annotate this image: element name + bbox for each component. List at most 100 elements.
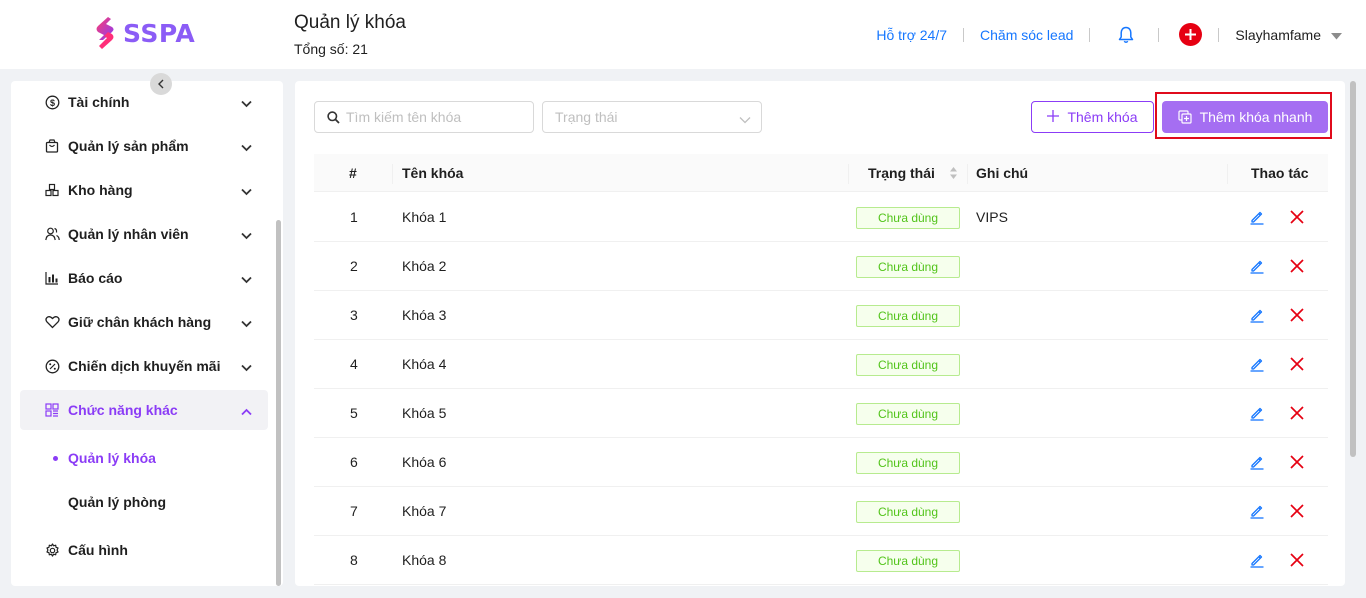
chevron-down-icon [241, 315, 252, 331]
table-row: 5 Khóa 5 Chưa dùng [314, 389, 1328, 438]
column-index: # [349, 165, 357, 181]
search-box[interactable] [314, 101, 534, 133]
sspa-logo-icon [94, 16, 116, 50]
delete-icon[interactable] [1290, 455, 1304, 472]
status-badge: Chưa dùng [856, 256, 960, 278]
quick-add-lock-button[interactable]: Thêm khóa nhanh [1162, 101, 1328, 133]
sidebar-subitem-lock-management[interactable]: Quản lý khóa [20, 438, 268, 478]
page-scrollbar[interactable] [1350, 81, 1356, 457]
row-index: 4 [350, 356, 358, 372]
lead-care-link[interactable]: Chăm sóc lead [980, 27, 1073, 43]
table-row: 7 Khóa 7 Chưa dùng [314, 487, 1328, 536]
table-header: # Tên khóa Trạng thái Ghi chú Thao tác [314, 154, 1328, 192]
bell-icon[interactable] [1116, 25, 1136, 45]
sidebar-item-label: Giữ chân khách hàng [68, 314, 212, 330]
chevron-down-icon [241, 271, 252, 287]
quick-add-lock-label: Thêm khóa nhanh [1199, 109, 1313, 125]
status-filter-select[interactable]: Trạng thái [542, 101, 762, 133]
table-row: 4 Khóa 4 Chưa dùng [314, 340, 1328, 389]
edit-icon[interactable] [1249, 454, 1265, 473]
sidebar-item-staff[interactable]: Quản lý nhân viên [20, 214, 268, 254]
delete-icon[interactable] [1290, 504, 1304, 521]
row-lock-name: Khóa 5 [402, 405, 447, 421]
row-index: 2 [350, 258, 358, 274]
delete-icon[interactable] [1290, 259, 1304, 276]
row-lock-name: Khóa 1 [402, 209, 447, 225]
row-index: 6 [350, 454, 358, 470]
chevron-down-icon [241, 359, 252, 375]
sidebar-item-label: Quản lý nhân viên [68, 226, 189, 242]
divider [1218, 27, 1220, 42]
sidebar-item-finance[interactable]: $ Tài chính [20, 82, 268, 122]
delete-icon[interactable] [1290, 357, 1304, 374]
chevron-down-icon [241, 139, 252, 155]
delete-icon[interactable] [1290, 553, 1304, 570]
search-input[interactable] [346, 109, 526, 125]
sidebar-item-warehouse[interactable]: Kho hàng [20, 170, 268, 210]
chevron-down-icon [241, 95, 252, 111]
search-icon [327, 110, 340, 124]
table-row: 6 Khóa 6 Chưa dùng [314, 438, 1328, 487]
main-content: Trạng thái Thêm khóa Thêm khóa nhanh # T… [295, 81, 1345, 586]
active-dot [53, 456, 58, 461]
sidebar-subitem-label: Quản lý phòng [68, 494, 166, 510]
sidebar-item-promotions[interactable]: Chiến dịch khuyến mãi [20, 346, 268, 386]
sidebar-subitem-room-management[interactable]: Quản lý phòng [20, 482, 268, 522]
row-index: 5 [350, 405, 358, 421]
column-name: Tên khóa [402, 165, 464, 181]
sidebar-item-label: Cấu hình [68, 542, 128, 558]
quick-create-button[interactable] [1179, 23, 1203, 46]
column-divider [1227, 164, 1228, 184]
edit-icon[interactable] [1249, 307, 1265, 326]
users-icon [44, 226, 60, 242]
edit-icon[interactable] [1249, 405, 1265, 424]
user-menu[interactable]: Slayhamfame [1235, 27, 1321, 43]
dollar-circle-icon: $ [44, 94, 60, 110]
plus-icon [1185, 29, 1197, 40]
copy-plus-icon [1177, 110, 1192, 124]
delete-icon[interactable] [1290, 308, 1304, 325]
column-status[interactable]: Trạng thái [868, 154, 935, 192]
sidebar-item-retention[interactable]: Giữ chân khách hàng [20, 302, 268, 342]
edit-icon[interactable] [1249, 503, 1265, 522]
sidebar-collapse-button[interactable] [150, 73, 172, 95]
table-row: 1 Khóa 1 Chưa dùng VIPS [314, 193, 1328, 242]
edit-icon[interactable] [1249, 552, 1265, 571]
delete-icon[interactable] [1290, 406, 1304, 423]
sidebar-item-label: Chiến dịch khuyến mãi [68, 358, 221, 374]
brand-logo[interactable]: SSPA [94, 16, 195, 50]
status-badge: Chưa dùng [856, 305, 960, 327]
sidebar-item-other-functions[interactable]: Chức năng khác [20, 390, 268, 430]
chevron-up-icon [241, 403, 252, 419]
sidebar-item-config[interactable]: Cấu hình [20, 530, 268, 570]
chevron-down-icon [241, 183, 252, 199]
sort-icon[interactable] [949, 166, 958, 183]
edit-icon[interactable] [1249, 258, 1265, 277]
brand-name: SSPA [123, 18, 196, 48]
column-divider [967, 164, 968, 184]
shopping-bag-icon [44, 138, 60, 154]
caret-down-icon[interactable] [1331, 27, 1342, 43]
row-lock-name: Khóa 7 [402, 503, 447, 519]
status-badge: Chưa dùng [856, 403, 960, 425]
divider [963, 27, 965, 42]
boxes-icon [44, 182, 60, 198]
row-lock-name: Khóa 2 [402, 258, 447, 274]
sidebar-item-reports[interactable]: Báo cáo [20, 258, 268, 298]
add-lock-button[interactable]: Thêm khóa [1031, 101, 1154, 133]
support-link[interactable]: Hỗ trợ 24/7 [876, 27, 947, 43]
edit-icon[interactable] [1249, 209, 1265, 228]
row-lock-name: Khóa 3 [402, 307, 447, 323]
page-title: Quản lý khóa [294, 12, 406, 33]
chevron-left-icon [158, 79, 164, 89]
gear-icon [44, 542, 60, 558]
delete-icon[interactable] [1290, 210, 1304, 227]
table-row: 3 Khóa 3 Chưa dùng [314, 291, 1328, 340]
sidebar-item-products[interactable]: Quản lý sản phẩm [20, 126, 268, 166]
row-lock-name: Khóa 4 [402, 356, 447, 372]
sidebar-item-label: Quản lý sản phẩm [68, 138, 189, 154]
sidebar-item-label: Chức năng khác [68, 402, 178, 418]
edit-icon[interactable] [1249, 356, 1265, 375]
row-lock-name: Khóa 6 [402, 454, 447, 470]
sidebar-scrollbar[interactable] [276, 220, 281, 586]
